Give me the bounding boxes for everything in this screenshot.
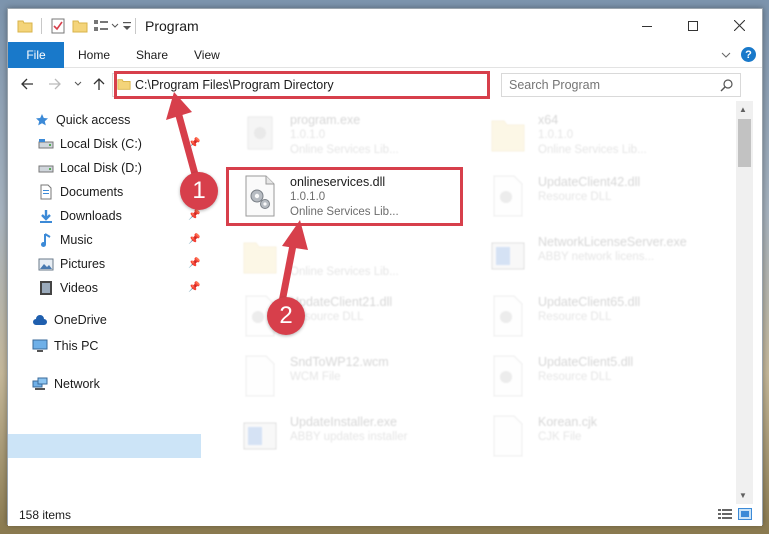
callout-step-2: 2 (267, 297, 305, 335)
arrow-2 (278, 239, 298, 303)
arrow-1 (174, 111, 200, 179)
arrow-2-head (282, 220, 308, 250)
callout-step-1: 1 (180, 172, 218, 210)
annotation-arrows (166, 92, 308, 303)
arrow-1-head (166, 92, 192, 120)
